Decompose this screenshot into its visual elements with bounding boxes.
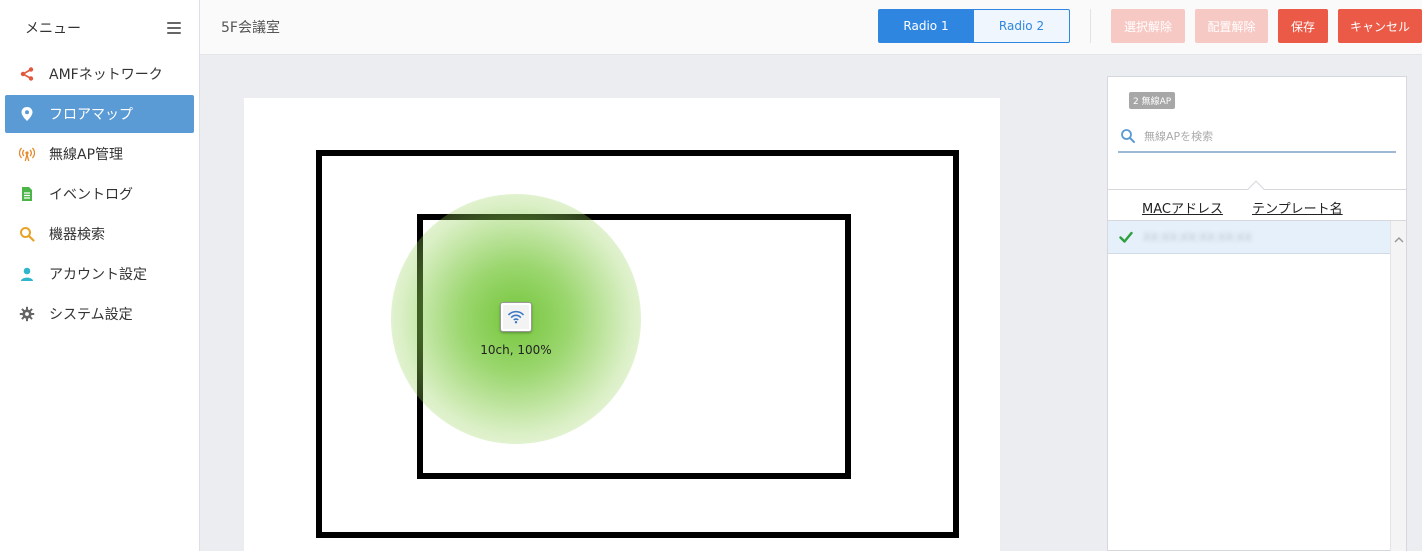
check-icon bbox=[1119, 231, 1133, 243]
sidebar-item-label: 機器検索 bbox=[49, 227, 105, 243]
wifi-icon bbox=[507, 310, 525, 324]
unplace-button[interactable]: 配置解除 bbox=[1195, 9, 1268, 43]
ap-channel-label: 10ch, 100% bbox=[480, 343, 552, 357]
document-icon bbox=[19, 186, 35, 202]
sidebar-item-floor-map[interactable]: フロアマップ bbox=[5, 95, 194, 133]
radio2-button[interactable]: Radio 2 bbox=[974, 9, 1070, 43]
sidebar: メニュー AMFネットワーク フロアマップ 無線AP管理 イベントログ 機器検索… bbox=[0, 0, 200, 551]
sidebar-item-account-settings[interactable]: アカウント設定 bbox=[5, 255, 194, 293]
search-icon bbox=[1121, 129, 1135, 143]
scrollbar[interactable] bbox=[1390, 221, 1406, 551]
ap-search bbox=[1118, 121, 1396, 153]
sidebar-item-system-settings[interactable]: システム設定 bbox=[5, 295, 194, 333]
radio-toggle: Radio 1 Radio 2 bbox=[878, 9, 1070, 43]
sidebar-nav: AMFネットワーク フロアマップ 無線AP管理 イベントログ 機器検索 アカウン… bbox=[0, 55, 199, 333]
sidebar-item-label: 無線AP管理 bbox=[49, 147, 124, 163]
user-icon bbox=[19, 266, 35, 282]
sidebar-item-wireless-ap[interactable]: 無線AP管理 bbox=[5, 135, 194, 173]
column-template-name[interactable]: テンプレート名 bbox=[1252, 198, 1343, 217]
save-button[interactable]: 保存 bbox=[1278, 9, 1328, 43]
share-icon bbox=[19, 66, 35, 82]
ap-list-panel: 2 無線AP MACアドレス テンプレート名 XX:XX:XX:XX:XX:XX bbox=[1107, 76, 1407, 551]
ap-search-input[interactable] bbox=[1144, 129, 1384, 143]
sidebar-item-label: AMFネットワーク bbox=[49, 67, 163, 83]
menu-toggle-icon[interactable] bbox=[167, 21, 181, 34]
cancel-button[interactable]: キャンセル bbox=[1338, 9, 1422, 43]
gear-icon bbox=[19, 306, 35, 322]
ap-count-badge: 2 無線AP bbox=[1129, 92, 1176, 109]
sidebar-header: メニュー bbox=[0, 0, 199, 55]
map-pin-icon bbox=[19, 106, 35, 122]
sidebar-item-amf-network[interactable]: AMFネットワーク bbox=[5, 55, 194, 93]
sidebar-item-label: アカウント設定 bbox=[49, 267, 147, 283]
deselect-button[interactable]: 選択解除 bbox=[1111, 9, 1185, 43]
divider bbox=[1090, 9, 1091, 43]
floor-map-canvas[interactable]: 10ch, 100% bbox=[244, 98, 1000, 551]
sidebar-title: メニュー bbox=[25, 20, 81, 37]
radio1-button[interactable]: Radio 1 bbox=[878, 9, 974, 43]
top-bar: 5F会議室 Radio 1 Radio 2 選択解除 配置解除 保存 キャンセル bbox=[200, 0, 1422, 55]
page-title: 5F会議室 bbox=[221, 20, 280, 36]
table-row[interactable]: XX:XX:XX:XX:XX:XX bbox=[1108, 221, 1390, 254]
sidebar-item-device-search[interactable]: 機器検索 bbox=[5, 215, 194, 253]
column-mac-address[interactable]: MACアドレス bbox=[1142, 198, 1223, 217]
sidebar-item-event-log[interactable]: イベントログ bbox=[5, 175, 194, 213]
mac-address-cell: XX:XX:XX:XX:XX:XX bbox=[1143, 230, 1252, 244]
wireless-icon bbox=[19, 146, 35, 162]
ap-marker[interactable] bbox=[500, 302, 532, 332]
sidebar-item-label: フロアマップ bbox=[49, 107, 133, 123]
sidebar-item-label: システム設定 bbox=[49, 307, 133, 323]
search-icon bbox=[19, 226, 35, 242]
sidebar-item-label: イベントログ bbox=[49, 187, 133, 203]
table-header: MACアドレス テンプレート名 bbox=[1108, 180, 1406, 221]
caret-icon bbox=[1247, 180, 1265, 198]
chevron-up-icon[interactable] bbox=[1394, 235, 1404, 245]
